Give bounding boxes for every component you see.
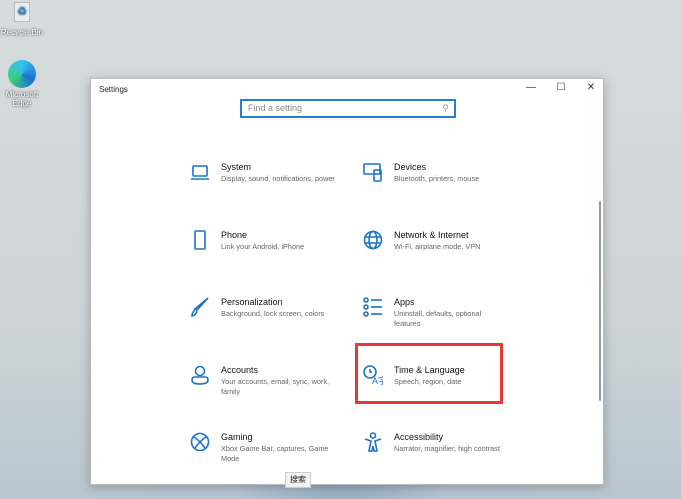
recycle-bin-label: Recycle Bin [0, 28, 44, 37]
brush-icon [191, 297, 209, 317]
devices-icon [363, 163, 382, 182]
item-name: Devices [394, 162, 427, 172]
person-icon [191, 365, 209, 385]
item-desc: Bluetooth, printers, mouse [394, 174, 480, 183]
window-title: Settings [99, 85, 128, 94]
tooltip: 搜索 [285, 472, 311, 488]
item-name: Network & Internet [394, 230, 469, 240]
xbox-icon [190, 432, 210, 452]
maximize-button[interactable]: ☐ [551, 82, 571, 96]
search-input[interactable]: Find a setting ⚲ [240, 99, 456, 118]
item-desc: Wi-Fi, airplane mode, VPN [394, 242, 481, 251]
item-name: System [221, 162, 252, 172]
recycle-bin-icon: ♻ [14, 2, 30, 22]
desktop-edge[interactable]: Microsoft Edge [0, 60, 44, 108]
laptop-icon [191, 165, 209, 180]
accessibility-icon [364, 432, 382, 452]
scrollbar[interactable] [599, 201, 601, 401]
settings-window: Settings — ☐ ✕ Find a setting ⚲ System D… [90, 78, 604, 485]
item-name: Apps [394, 297, 415, 307]
item-desc: Your accounts, email, sync, work, family [221, 377, 330, 396]
phone-icon [194, 230, 206, 250]
apps-list-icon [363, 297, 382, 317]
item-desc: Display, sound, notifications, power [221, 174, 335, 183]
item-name: Phone [221, 230, 248, 240]
item-name: Accessibility [394, 432, 444, 442]
search-icon: ⚲ [442, 103, 449, 113]
title-bar: Settings — ☐ ✕ [91, 79, 603, 99]
globe-icon [363, 230, 383, 250]
item-desc: Link your Android, iPhone [221, 242, 305, 251]
edge-icon [8, 60, 36, 88]
close-button[interactable]: ✕ [581, 82, 601, 96]
highlight-box [355, 343, 503, 404]
search-placeholder: Find a setting [248, 103, 303, 113]
edge-label: Microsoft Edge [5, 90, 39, 108]
item-desc: Narrator, magnifier, high contrast [394, 444, 500, 453]
item-name: Gaming [221, 432, 253, 442]
item-desc: Uninstall, defaults, optional features [394, 309, 482, 328]
item-name: Personalization [221, 297, 283, 307]
minimize-button[interactable]: — [521, 82, 541, 96]
item-desc: Background, lock screen, colors [221, 309, 325, 318]
desktop-recycle-bin[interactable]: ♻ Recycle Bin [0, 2, 44, 37]
item-desc: Xbox Game Bar, captures, Game Mode [221, 444, 329, 463]
item-name: Accounts [221, 365, 259, 375]
